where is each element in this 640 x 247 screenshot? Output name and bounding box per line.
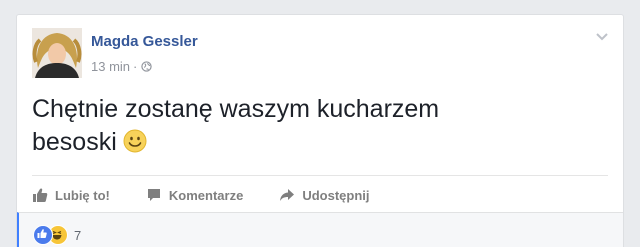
reactions-bar: 7: [17, 212, 623, 247]
reaction-count: 7: [74, 227, 82, 243]
comment-label: Komentarze: [168, 187, 244, 203]
post-meta: 13 min ·: [91, 59, 153, 74]
like-label: Lubię to!: [55, 187, 110, 203]
post-time[interactable]: 13 min: [91, 59, 130, 74]
comment-icon: [147, 189, 160, 201]
smiley-icon: [123, 129, 147, 153]
chevron-down-icon[interactable]: [595, 31, 609, 41]
post-card: Magda Gessler 13 min · Chętnie zostanę w…: [16, 14, 624, 247]
author-name[interactable]: Magda Gessler: [91, 33, 198, 50]
comment-button[interactable]: Komentarze: [146, 187, 243, 203]
thumbs-up-icon: [33, 188, 48, 202]
globe-icon[interactable]: [141, 61, 153, 72]
post-actions: Lubię to! Komentarze Udostępnij: [32, 183, 405, 207]
share-label: Udostępnij: [302, 187, 370, 203]
actions-divider: [32, 175, 608, 176]
author-avatar[interactable]: [32, 28, 82, 78]
like-button[interactable]: Lubię to!: [32, 187, 110, 203]
share-icon: [280, 189, 295, 201]
share-button[interactable]: Udostępnij: [279, 187, 369, 203]
post-text: Chętnie zostanę waszym kucharzem besoski: [32, 95, 440, 156]
post-text-block: Chętnie zostanę waszym kucharzem besoski: [32, 93, 472, 159]
like-reaction-icon: [33, 225, 53, 245]
reactions-summary[interactable]: 7: [33, 225, 81, 245]
meta-separator: ·: [133, 59, 138, 74]
